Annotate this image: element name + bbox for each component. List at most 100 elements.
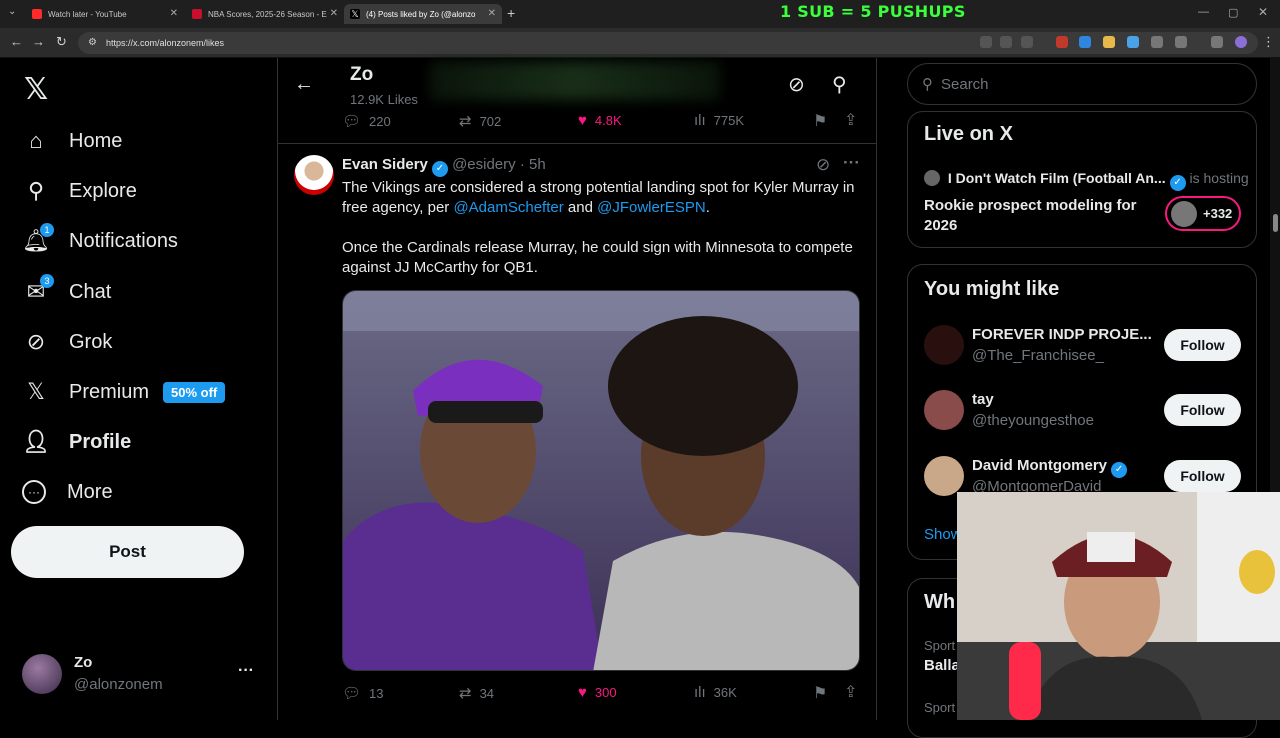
suggest-handle[interactable]: @theyoungesthoe <box>972 412 1094 429</box>
nav-explore[interactable]: ⚲ Explore <box>22 171 137 211</box>
tab-nba[interactable]: NBA Scores, 2025-26 Season - E ✕ <box>186 4 344 24</box>
avatar <box>22 654 62 694</box>
live-topic[interactable]: Rookie prospect modeling for 2026 <box>924 196 1154 236</box>
extensions-puzzle-icon[interactable] <box>1175 36 1187 48</box>
search-input[interactable]: ⚲ Search <box>907 63 1257 105</box>
views-button[interactable]: ılı 36K <box>694 684 737 701</box>
tweet-text-part: and <box>563 199 598 216</box>
extension-icon[interactable] <box>1151 36 1163 48</box>
nav-premium[interactable]: 𝕏 Premium 50% off <box>22 372 226 412</box>
home-icon: ⌂ <box>29 128 43 153</box>
suggest-name[interactable]: tay <box>972 391 994 408</box>
profile-avatar-icon[interactable] <box>1235 36 1247 48</box>
avatar[interactable] <box>294 155 334 195</box>
nav-chat[interactable]: ✉ 3 Chat <box>22 272 111 312</box>
close-tab-icon[interactable]: ✕ <box>488 8 496 19</box>
tweet-image[interactable] <box>342 290 860 671</box>
live-listeners-badge[interactable]: +332 <box>1165 196 1241 231</box>
close-window-icon[interactable]: ✕ <box>1258 5 1268 19</box>
follow-button[interactable]: Follow <box>1164 460 1241 492</box>
repost-button[interactable]: ⇄ 34 <box>459 684 494 702</box>
browser-tab-bar: ⌄ Watch later - YouTube ✕ NBA Scores, 20… <box>0 0 1280 28</box>
bookmark-icon[interactable]: ⚑ <box>813 111 827 131</box>
suggest-name-row[interactable]: David Montgomery ✓ <box>972 457 1128 478</box>
browser-menu-icon[interactable]: ⋮ <box>1262 34 1275 50</box>
views-button[interactable]: ılı 775K <box>694 112 744 129</box>
nav-notifications[interactable]: 🔔︎ 1 Notifications <box>22 221 178 261</box>
site-info-icon[interactable]: ⚙ <box>88 37 97 48</box>
suggest-handle[interactable]: @The_Franchisee_ <box>972 347 1104 364</box>
zoom-icon[interactable] <box>980 36 992 48</box>
avatar[interactable] <box>924 325 964 365</box>
scrollbar[interactable] <box>1270 58 1280 492</box>
close-tab-icon[interactable]: ✕ <box>330 8 338 19</box>
new-tab-icon[interactable]: + <box>507 5 515 21</box>
mention-link[interactable]: @JFowlerESPN <box>597 199 706 216</box>
bell-icon: 🔔︎ 1 <box>22 223 54 255</box>
avatar[interactable] <box>924 390 964 430</box>
back-arrow-icon[interactable]: ← <box>294 73 314 96</box>
extension-icon[interactable] <box>1103 36 1115 48</box>
live-host-row[interactable]: I Don't Watch Film (Football An... ✓ is h… <box>924 170 1249 191</box>
reply-button[interactable]: 💬︎ 13 <box>342 684 384 702</box>
extension-icon[interactable] <box>1056 36 1068 48</box>
account-name: Zo <box>74 654 93 671</box>
post-button[interactable]: Post <box>11 526 244 578</box>
nav-label: Chat <box>69 280 112 303</box>
search-icon: ⚲ <box>922 76 933 93</box>
nav-label: Notifications <box>69 229 178 252</box>
follow-button[interactable]: Follow <box>1164 394 1241 426</box>
nav-more[interactable]: ··· More <box>22 472 113 512</box>
bookmark-icon[interactable]: ⚑ <box>813 683 827 703</box>
tab-x-likes[interactable]: 𝕏 (4) Posts liked by Zo (@alonzo ✕ <box>344 4 502 24</box>
x-logo-icon[interactable]: 𝕏 <box>24 72 48 107</box>
grok-icon[interactable]: ⊘ <box>816 155 830 175</box>
scrollbar-thumb[interactable] <box>1273 214 1278 232</box>
nav-grok[interactable]: ⊘ Grok <box>22 322 113 362</box>
tweet-time[interactable]: · 5h <box>520 156 546 173</box>
tweet-text-part: Once the Cardinals release Murray, he co… <box>342 239 853 276</box>
forward-icon[interactable]: → <box>32 34 45 49</box>
like-button[interactable]: ♥ 300 <box>578 684 617 701</box>
listener-count: +332 <box>1203 206 1233 221</box>
repost-count: 702 <box>479 113 502 129</box>
trend-title[interactable]: Balla <box>924 657 960 674</box>
back-icon[interactable]: ← <box>10 34 23 49</box>
share-icon[interactable]: ⇪ <box>844 110 857 130</box>
show-more-link[interactable]: Show <box>924 526 962 543</box>
live-host-name: I Don't Watch Film (Football An... <box>947 170 1166 186</box>
extension-icon[interactable] <box>1127 36 1139 48</box>
account-handle: @alonzonem <box>74 676 163 693</box>
verified-badge-icon: ✓ <box>1169 174 1186 191</box>
search-icon[interactable]: ⚲ <box>832 72 847 97</box>
follow-button[interactable]: Follow <box>1164 329 1241 361</box>
nav-home[interactable]: ⌂ Home <box>22 121 122 161</box>
reload-icon[interactable]: ↻ <box>56 34 67 50</box>
account-switcher[interactable]: Zo @alonzonem ··· <box>22 652 262 700</box>
grok-icon[interactable]: ⊘ <box>788 72 805 97</box>
verified-badge-icon: ✓ <box>431 160 448 177</box>
author-handle[interactable]: @esidery <box>452 156 516 173</box>
youtube-icon <box>32 9 42 19</box>
install-icon[interactable] <box>1000 36 1012 48</box>
minimize-icon[interactable]: — <box>1198 6 1209 18</box>
tab-list-icon[interactable]: ⌄ <box>8 6 16 17</box>
extension-icon[interactable] <box>1079 36 1091 48</box>
reply-button[interactable]: 💬︎ 220 <box>342 112 391 130</box>
nav-profile[interactable]: 👤︎ Profile <box>22 422 131 462</box>
tab-youtube[interactable]: Watch later - YouTube ✕ <box>26 4 184 24</box>
avatar[interactable] <box>924 456 964 496</box>
mention-link[interactable]: @AdamSchefter <box>453 199 563 216</box>
maximize-icon[interactable]: ▢ <box>1228 6 1238 19</box>
more-dots-icon[interactable]: ··· <box>238 662 254 680</box>
bookmark-star-icon[interactable] <box>1021 36 1033 48</box>
repost-button[interactable]: ⇄ 702 <box>459 112 501 130</box>
reading-list-icon[interactable] <box>1211 36 1223 48</box>
author-name[interactable]: Evan Sidery <box>342 156 428 173</box>
close-tab-icon[interactable]: ✕ <box>170 8 178 19</box>
share-icon[interactable]: ⇪ <box>844 682 857 702</box>
like-button[interactable]: ♥ 4.8K <box>578 112 622 129</box>
suggest-name[interactable]: FOREVER INDP PROJE... <box>972 326 1152 343</box>
more-dots-icon[interactable]: ··· <box>843 153 860 173</box>
repost-icon: ⇄ <box>459 685 472 702</box>
